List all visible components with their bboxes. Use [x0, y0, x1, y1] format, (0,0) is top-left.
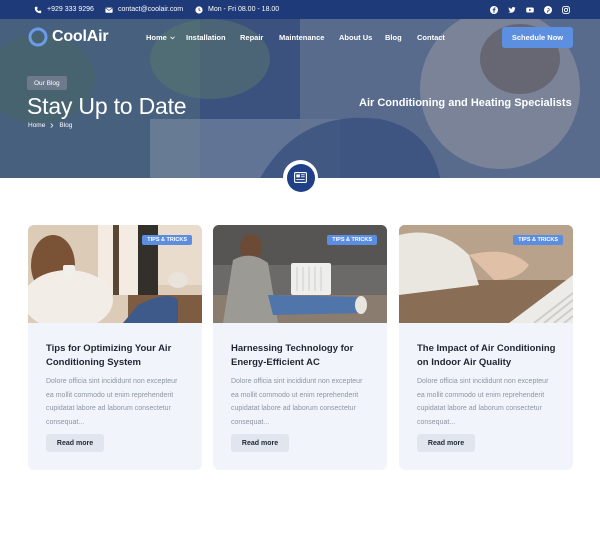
page-title: Stay Up to Date: [27, 93, 187, 119]
email-address: contact@coolair.com: [118, 6, 184, 13]
hours-text: Mon - Fri 08.00 - 18.00: [208, 6, 280, 13]
blog-card-excerpt: Dolore officia sint incididunt non excep…: [417, 378, 549, 426]
nav-repair[interactable]: Repair: [240, 33, 263, 42]
breadcrumb-home[interactable]: Home: [28, 122, 45, 129]
category-tag[interactable]: TIPS & TRICKS: [327, 235, 377, 245]
logo-mark-icon: [28, 27, 48, 47]
instagram-icon[interactable]: [562, 5, 570, 14]
email-contact[interactable]: contact@coolair.com: [105, 0, 183, 19]
blog-section-icon-badge: [283, 160, 318, 195]
read-more-button[interactable]: Read more: [417, 434, 475, 452]
blog-card[interactable]: TIPS & TRICKS Tips for Optimizing Your A…: [28, 225, 202, 470]
chevron-right-icon: [50, 123, 54, 128]
nav-about-us[interactable]: About Us: [339, 33, 372, 42]
social-links: [490, 0, 570, 19]
nav-home-label: Home: [146, 33, 167, 42]
hero-tagline: Air Conditioning and Heating Specialists: [359, 97, 572, 109]
category-tag[interactable]: TIPS & TRICKS: [513, 235, 563, 245]
phone-contact[interactable]: +929 333 9296: [34, 0, 94, 19]
facebook-icon[interactable]: [490, 5, 498, 14]
blog-card-excerpt: Dolore officia sint incididunt non excep…: [46, 378, 178, 426]
nav-maintenance[interactable]: Maintenance: [279, 33, 324, 42]
brand-logo[interactable]: CoolAir: [28, 27, 109, 47]
blog-card-image[interactable]: TIPS & TRICKS: [399, 225, 573, 323]
blog-card-title[interactable]: Tips for Optimizing Your Air Conditionin…: [46, 342, 186, 370]
phone-icon: [34, 6, 42, 13]
nav-installation[interactable]: Installation: [186, 33, 226, 42]
top-info-bar: +929 333 9296 contact@coolair.com Mon - …: [0, 0, 600, 19]
youtube-icon[interactable]: [526, 6, 534, 14]
section-badge: Our Blog: [27, 76, 67, 90]
phone-number: +929 333 9296: [47, 6, 94, 13]
blog-card-image[interactable]: TIPS & TRICKS: [28, 225, 202, 323]
schedule-now-button[interactable]: Schedule Now: [502, 27, 573, 48]
blog-card-title[interactable]: The Impact of Air Conditioning on Indoor…: [417, 342, 557, 370]
breadcrumb: Home Blog: [28, 122, 72, 129]
breadcrumb-blog: Blog: [59, 122, 73, 129]
blog-card[interactable]: TIPS & TRICKS The Impact of Air Conditio…: [399, 225, 573, 470]
read-more-button[interactable]: Read more: [231, 434, 289, 452]
blog-card-title[interactable]: Harnessing Technology for Energy-Efficie…: [231, 342, 371, 370]
nav-blog[interactable]: Blog: [385, 33, 402, 42]
clock-icon: [195, 5, 203, 14]
blog-card[interactable]: TIPS & TRICKS Harnessing Technology for …: [213, 225, 387, 470]
twitter-icon[interactable]: [508, 6, 516, 14]
nav-home[interactable]: Home: [146, 33, 175, 42]
business-hours: Mon - Fri 08.00 - 18.00: [195, 0, 279, 19]
category-tag[interactable]: TIPS & TRICKS: [142, 235, 192, 245]
chevron-down-icon: [169, 35, 175, 39]
pinterest-icon[interactable]: [544, 5, 552, 14]
read-more-button[interactable]: Read more: [46, 434, 104, 452]
newspaper-icon: [294, 172, 307, 183]
mail-icon: [105, 7, 113, 13]
brand-name: CoolAir: [52, 28, 109, 45]
blog-card-excerpt: Dolore officia sint incididunt non excep…: [231, 378, 363, 426]
nav-contact[interactable]: Contact: [417, 33, 445, 42]
blog-card-image[interactable]: TIPS & TRICKS: [213, 225, 387, 323]
